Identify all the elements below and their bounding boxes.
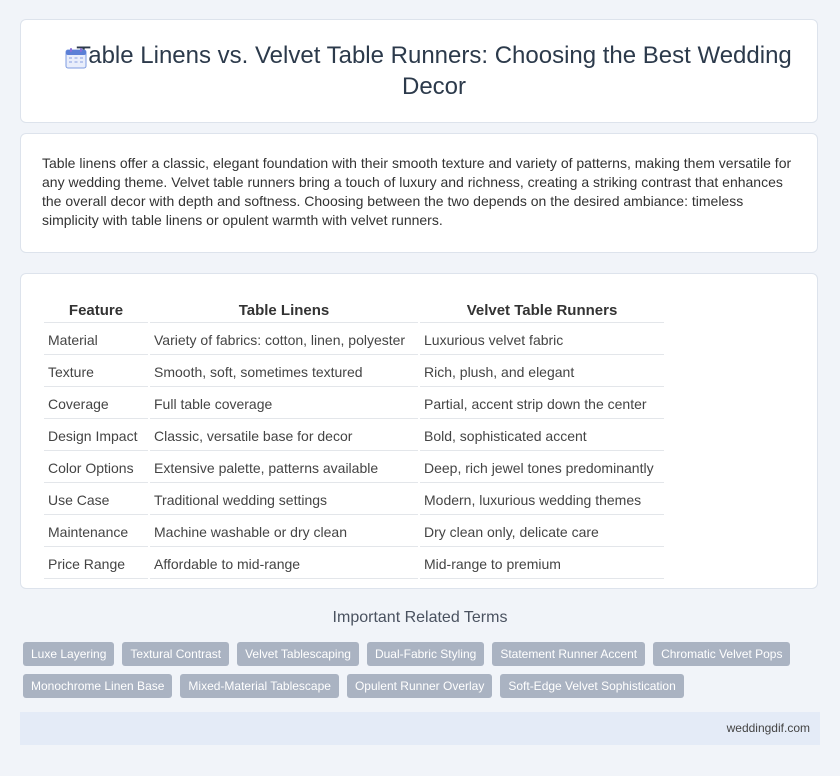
table-cell: Deep, rich jewel tones predominantly <box>420 453 664 483</box>
calendar-icon <box>65 48 87 69</box>
table-cell: Affordable to mid-range <box>150 549 418 579</box>
table-header-row: Feature Table Linens Velvet Table Runner… <box>44 296 664 323</box>
table-row: Texture Smooth, soft, sometimes textured… <box>44 357 664 387</box>
table-cell: Smooth, soft, sometimes textured <box>150 357 418 387</box>
table-cell: Partial, accent strip down the center <box>420 389 664 419</box>
page-title: Table Linens vs. Velvet Table Runners: C… <box>76 42 792 100</box>
table-cell: Luxurious velvet fabric <box>420 325 664 355</box>
tag-chromatic-velvet-pops[interactable]: Chromatic Velvet Pops <box>653 642 791 666</box>
table-cell: Maintenance <box>44 517 148 547</box>
table-cell: Rich, plush, and elegant <box>420 357 664 387</box>
table-row: Material Variety of fabrics: cotton, lin… <box>44 325 664 355</box>
table-cell: Material <box>44 325 148 355</box>
tag-opulent-runner-overlay[interactable]: Opulent Runner Overlay <box>346 674 493 698</box>
related-terms-tags: Luxe Layering Textural Contrast Velvet T… <box>23 642 823 698</box>
table-cell: Traditional wedding settings <box>150 485 418 515</box>
tag-monochrome-linen-base[interactable]: Monochrome Linen Base <box>23 674 173 698</box>
table-cell: Variety of fabrics: cotton, linen, polye… <box>150 325 418 355</box>
table-row: Design Impact Classic, versatile base fo… <box>44 421 664 451</box>
tag-velvet-tablescaping[interactable]: Velvet Tablescaping <box>237 642 359 666</box>
title-card: Table Linens vs. Velvet Table Runners: C… <box>20 19 818 123</box>
tag-dual-fabric-styling[interactable]: Dual-Fabric Styling <box>366 642 485 666</box>
intro-paragraph: Table linens offer a classic, elegant fo… <box>42 155 792 228</box>
table-cell: Extensive palette, patterns available <box>150 453 418 483</box>
footer-site-name[interactable]: weddingdif.com <box>727 721 810 735</box>
table-cell: Classic, versatile base for decor <box>150 421 418 451</box>
table-cell: Texture <box>44 357 148 387</box>
table-row: Coverage Full table coverage Partial, ac… <box>44 389 664 419</box>
tag-textural-contrast[interactable]: Textural Contrast <box>122 642 230 666</box>
column-header-feature: Feature <box>44 296 148 323</box>
table-cell: Coverage <box>44 389 148 419</box>
table-cell: Design Impact <box>44 421 148 451</box>
table-row: Use Case Traditional wedding settings Mo… <box>44 485 664 515</box>
table-row: Maintenance Machine washable or dry clea… <box>44 517 664 547</box>
footer: weddingdif.com <box>20 712 820 745</box>
title-wrap: Table Linens vs. Velvet Table Runners: C… <box>39 40 799 102</box>
table-cell: Dry clean only, delicate care <box>420 517 664 547</box>
table-cell: Color Options <box>44 453 148 483</box>
comparison-table: Feature Table Linens Velvet Table Runner… <box>42 294 666 581</box>
column-header-table-linens: Table Linens <box>150 296 418 323</box>
tag-soft-edge-velvet-sophistication[interactable]: Soft-Edge Velvet Sophistication <box>500 674 684 698</box>
table-cell: Bold, sophisticated accent <box>420 421 664 451</box>
table-row: Color Options Extensive palette, pattern… <box>44 453 664 483</box>
tag-luxe-layering[interactable]: Luxe Layering <box>23 642 115 666</box>
table-cell: Mid-range to premium <box>420 549 664 579</box>
related-terms-heading: Important Related Terms <box>332 609 508 626</box>
comparison-card: Feature Table Linens Velvet Table Runner… <box>20 273 818 589</box>
column-header-velvet-runners: Velvet Table Runners <box>420 296 664 323</box>
tag-mixed-material-tablescape[interactable]: Mixed-Material Tablescape <box>180 674 339 698</box>
tag-statement-runner-accent[interactable]: Statement Runner Accent <box>492 642 646 666</box>
table-cell: Full table coverage <box>150 389 418 419</box>
table-row: Price Range Affordable to mid-range Mid-… <box>44 549 664 579</box>
table-cell: Machine washable or dry clean <box>150 517 418 547</box>
table-cell: Use Case <box>44 485 148 515</box>
table-cell: Price Range <box>44 549 148 579</box>
intro-card: Table linens offer a classic, elegant fo… <box>20 133 818 253</box>
table-cell: Modern, luxurious wedding themes <box>420 485 664 515</box>
